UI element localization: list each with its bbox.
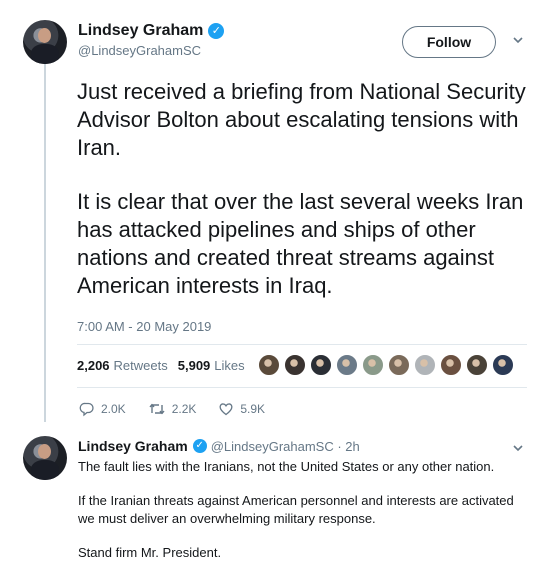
follow-button[interactable]: Follow bbox=[402, 26, 496, 58]
verified-badge-icon: ✓ bbox=[208, 23, 225, 39]
reply-handle-time[interactable]: @LindseyGrahamSC · 2h bbox=[211, 439, 360, 454]
liker-avatar[interactable] bbox=[414, 354, 436, 376]
reply-paragraph: If the Iranian threats against American … bbox=[78, 493, 514, 526]
retweet-icon bbox=[149, 403, 165, 415]
reply-icon bbox=[79, 402, 94, 417]
liker-avatar[interactable] bbox=[388, 354, 410, 376]
like-button[interactable]: 5.9K bbox=[218, 401, 265, 417]
retweets-label[interactable]: Retweets bbox=[114, 358, 168, 373]
tweet-timestamp[interactable]: 7:00 AM - 20 May 2019 bbox=[77, 319, 211, 334]
avatar[interactable] bbox=[23, 20, 67, 64]
reply-paragraph: The fault lies with the Iranians, not th… bbox=[78, 459, 495, 474]
avatar[interactable] bbox=[23, 436, 67, 480]
tweet-text: Just received a briefing from National S… bbox=[77, 78, 539, 326]
tweet-paragraph: It is clear that over the last several w… bbox=[77, 189, 524, 298]
liker-avatars bbox=[258, 354, 518, 376]
liker-avatar[interactable] bbox=[466, 354, 488, 376]
tweet-paragraph: Just received a briefing from National S… bbox=[77, 79, 526, 160]
liker-avatar[interactable] bbox=[492, 354, 514, 376]
tweet-actions: 2.0K 2.2K 5.9K bbox=[79, 401, 287, 417]
reply-author-name[interactable]: Lindsey Graham bbox=[78, 438, 188, 454]
likes-label[interactable]: Likes bbox=[214, 358, 244, 373]
retweets-count[interactable]: 2,206 bbox=[77, 358, 110, 373]
retweet-count: 2.2K bbox=[171, 402, 197, 416]
reply-text: The fault lies with the Iranians, not th… bbox=[78, 458, 533, 578]
chevron-down-icon[interactable] bbox=[512, 34, 524, 46]
reply-paragraph: Stand firm Mr. President. bbox=[78, 545, 222, 560]
like-count: 5.9K bbox=[240, 402, 266, 416]
reply-header: Lindsey Graham ✓ @LindseyGrahamSC · 2h bbox=[78, 438, 360, 454]
divider bbox=[77, 387, 527, 388]
liker-avatar[interactable] bbox=[310, 354, 332, 376]
liker-avatar[interactable] bbox=[336, 354, 358, 376]
verified-badge-icon: ✓ bbox=[192, 439, 207, 453]
liker-avatar[interactable] bbox=[284, 354, 306, 376]
author-row: Lindsey Graham ✓ bbox=[78, 22, 225, 40]
liker-avatar[interactable] bbox=[362, 354, 384, 376]
author-handle[interactable]: @LindseyGrahamSC bbox=[78, 43, 201, 58]
thread-connector-line bbox=[44, 64, 46, 422]
tweet-stats: 2,206 Retweets 5,909 Likes bbox=[77, 358, 255, 373]
like-icon bbox=[219, 403, 233, 416]
divider bbox=[77, 344, 527, 345]
author-name[interactable]: Lindsey Graham bbox=[78, 22, 203, 40]
liker-avatar[interactable] bbox=[258, 354, 280, 376]
reply-count: 2.0K bbox=[101, 402, 126, 416]
chevron-down-icon[interactable] bbox=[512, 442, 524, 454]
retweet-button[interactable]: 2.2K bbox=[148, 401, 197, 417]
liker-avatar[interactable] bbox=[440, 354, 462, 376]
reply-button[interactable]: 2.0K bbox=[79, 401, 126, 417]
likes-count[interactable]: 5,909 bbox=[178, 358, 211, 373]
